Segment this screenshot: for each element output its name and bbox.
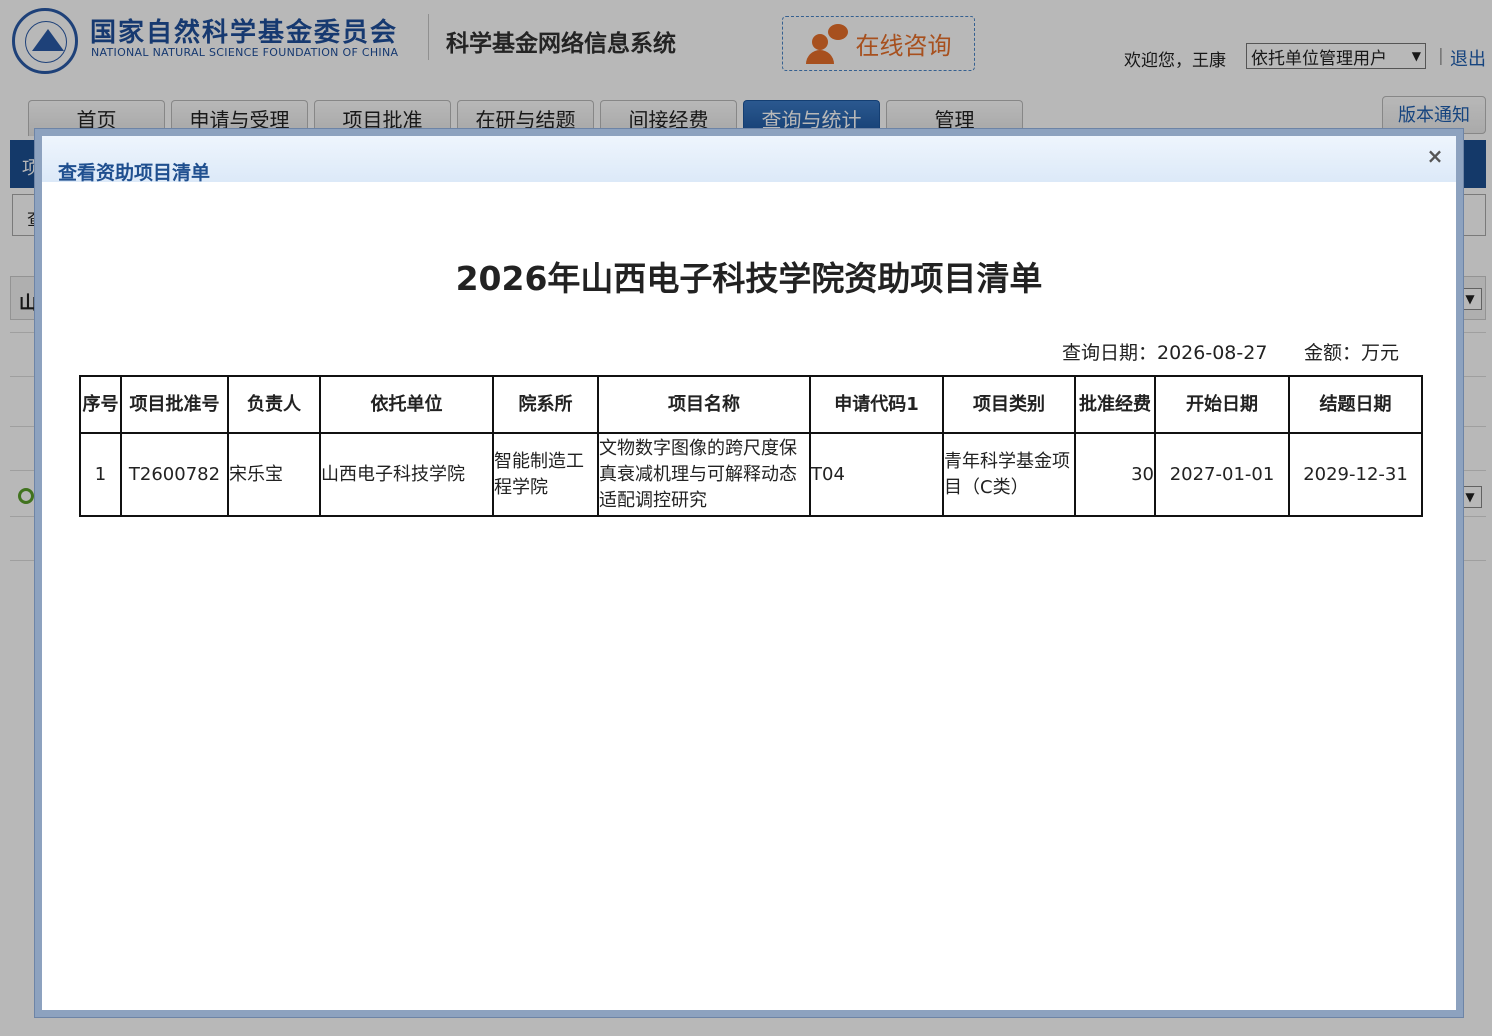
column-header: 结题日期	[1288, 375, 1423, 434]
cell-department: 智能制造工程学院	[492, 432, 599, 517]
cell-approval-no: T2600782	[120, 432, 229, 517]
query-date: 查询日期：2026-08-27	[1062, 342, 1268, 364]
cell-funding: 30	[1074, 432, 1156, 517]
column-header: 申请代码1	[809, 375, 944, 434]
dialog-header: 查看资助项目清单 ×	[42, 136, 1456, 184]
column-header: 项目类别	[942, 375, 1076, 434]
cell-index: 1	[79, 432, 122, 517]
close-icon[interactable]: ×	[1424, 146, 1446, 168]
cell-category: 青年科学基金项目（C类）	[942, 432, 1076, 517]
column-header: 院系所	[492, 375, 599, 434]
column-header: 项目批准号	[120, 375, 229, 434]
dialog-title: 查看资助项目清单	[58, 162, 211, 184]
funded-projects-table: 序号 项目批准号 负责人 依托单位 院系所 项目名称 申请代码1 项目类别 批准…	[79, 375, 1423, 517]
cell-project-name: 文物数字图像的跨尺度保真衰减机理与可解释动态适配调控研究	[597, 432, 811, 517]
column-header: 负责人	[227, 375, 321, 434]
cell-code: T04	[809, 432, 944, 517]
table-header-row: 序号 项目批准号 负责人 依托单位 院系所 项目名称 申请代码1 项目类别 批准…	[79, 375, 1423, 434]
table-row: 1 T2600782 宋乐宝 山西电子科技学院 智能制造工程学院 文物数字图像的…	[79, 432, 1423, 517]
funded-projects-dialog: 查看资助项目清单 × 2026年山西电子科技学院资助项目清单 查询日期：2026…	[34, 128, 1464, 1018]
cell-institution: 山西电子科技学院	[319, 432, 494, 517]
column-header: 开始日期	[1154, 375, 1290, 434]
cell-start-date: 2027-01-01	[1154, 432, 1290, 517]
amount-unit: 金额：万元	[1304, 342, 1400, 364]
column-header: 序号	[79, 375, 122, 434]
cell-end-date: 2029-12-31	[1288, 432, 1423, 517]
dialog-body: 查看资助项目清单 × 2026年山西电子科技学院资助项目清单 查询日期：2026…	[42, 136, 1456, 1010]
report-title: 2026年山西电子科技学院资助项目清单	[455, 259, 1043, 298]
column-header: 项目名称	[597, 375, 811, 434]
column-header: 依托单位	[319, 375, 494, 434]
cell-leader: 宋乐宝	[227, 432, 321, 517]
column-header: 批准经费	[1074, 375, 1156, 434]
